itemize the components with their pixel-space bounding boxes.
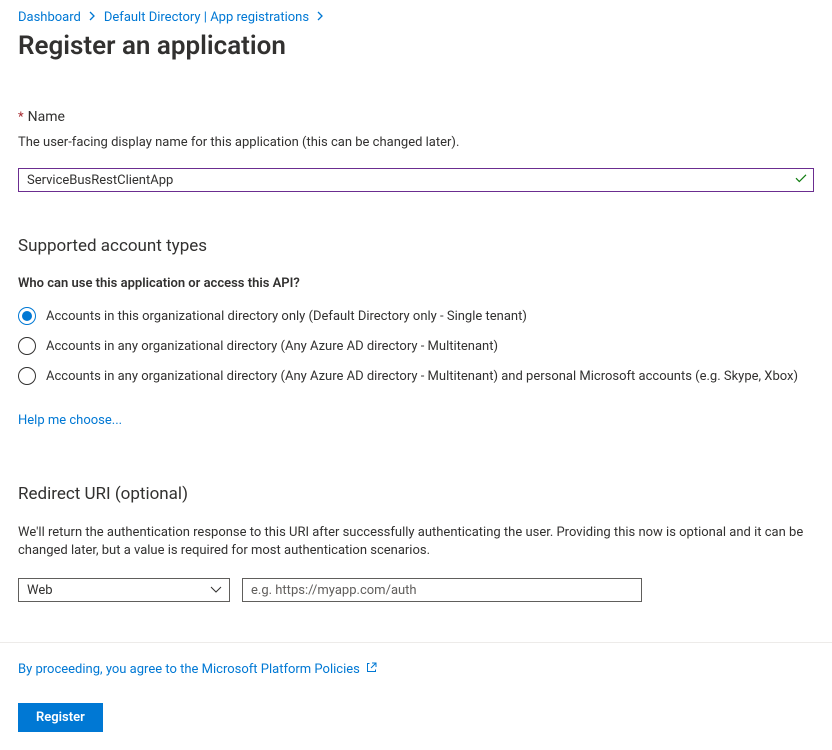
account-type-option-multitenant[interactable]: Accounts in any organizational directory…: [18, 337, 814, 355]
platform-select-value: Web: [27, 583, 53, 598]
radio-icon: [18, 367, 36, 385]
account-type-option-multitenant-personal[interactable]: Accounts in any organizational directory…: [18, 367, 814, 385]
redirect-description: We'll return the authentication response…: [18, 524, 814, 560]
account-types-question: Who can use this application or access t…: [18, 276, 814, 291]
redirect-uri-input[interactable]: [242, 578, 642, 602]
external-link-icon: [366, 661, 378, 677]
platform-policies-link[interactable]: By proceeding, you agree to the Microsof…: [18, 662, 360, 677]
required-indicator: *: [18, 110, 24, 125]
breadcrumb-link-app-registrations[interactable]: Default Directory | App registrations: [104, 10, 309, 25]
account-types-heading: Supported account types: [18, 236, 814, 256]
chevron-right-icon: [317, 11, 324, 24]
radio-icon: [18, 337, 36, 355]
name-label: Name: [28, 109, 65, 125]
radio-icon: [18, 307, 36, 325]
breadcrumb: Dashboard Default Directory | App regist…: [18, 10, 814, 25]
redirect-heading: Redirect URI (optional): [18, 484, 814, 504]
chevron-right-icon: [89, 11, 96, 24]
page-title: Register an application: [18, 31, 814, 61]
radio-label: Accounts in any organizational directory…: [46, 339, 498, 354]
name-helper: The user-facing display name for this ap…: [18, 135, 814, 150]
breadcrumb-link-dashboard[interactable]: Dashboard: [18, 10, 81, 25]
account-type-option-single-tenant[interactable]: Accounts in this organizational director…: [18, 307, 814, 325]
radio-label: Accounts in any organizational directory…: [46, 369, 798, 384]
platform-select[interactable]: Web: [18, 578, 230, 602]
name-input[interactable]: [18, 168, 814, 192]
radio-label: Accounts in this organizational director…: [46, 309, 527, 324]
register-button[interactable]: Register: [18, 703, 103, 732]
help-choose-link[interactable]: Help me choose...: [18, 413, 122, 428]
